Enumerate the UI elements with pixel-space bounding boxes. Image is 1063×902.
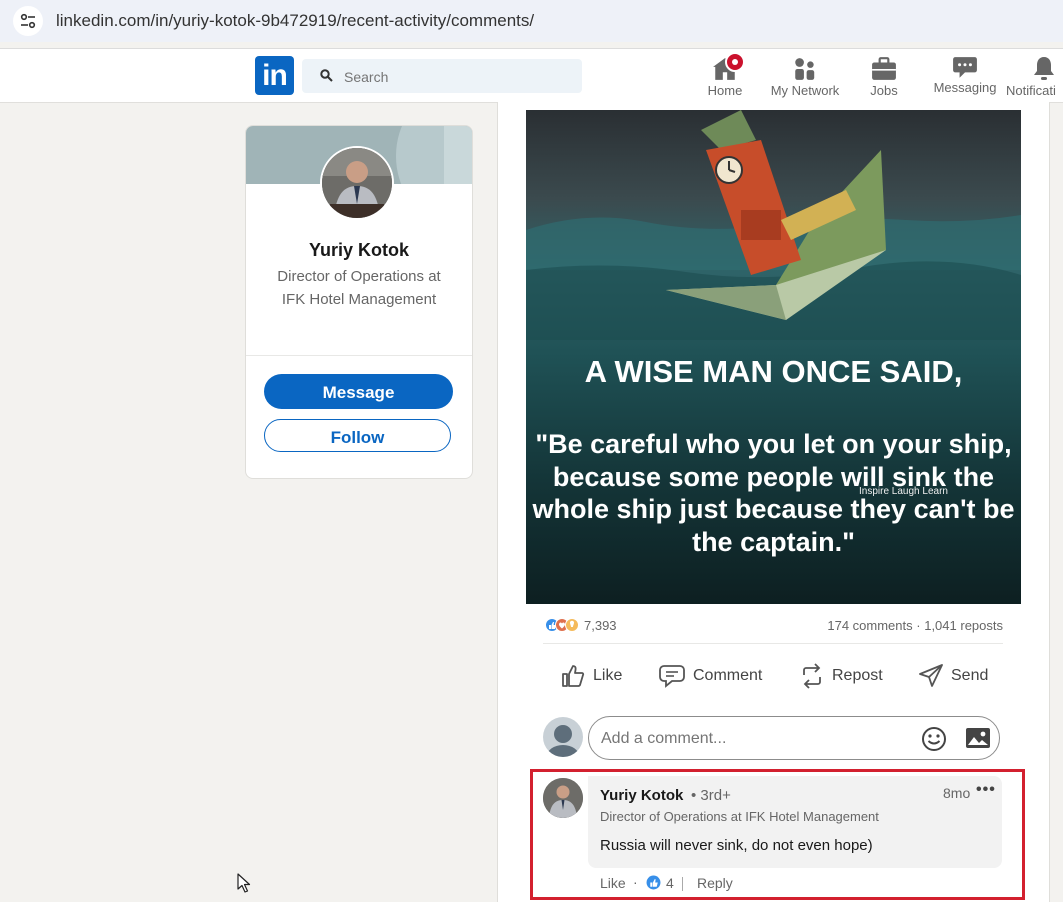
bell-icon	[1034, 57, 1054, 80]
emoji-icon[interactable]	[921, 726, 947, 752]
image-icon[interactable]	[965, 727, 991, 749]
comment-input[interactable]	[599, 717, 903, 761]
divider	[246, 355, 472, 356]
add-comment-row	[543, 716, 1003, 764]
message-button[interactable]: Message	[264, 374, 453, 409]
comment-icon	[659, 665, 685, 688]
comment-reply-button[interactable]: Reply	[697, 875, 733, 891]
comment-author-avatar[interactable]	[543, 778, 583, 818]
social-counts: 7,393 174 comments · 1,041 reposts	[543, 616, 1003, 636]
nav-home[interactable]: Home	[703, 52, 747, 98]
thumbs-up-icon	[562, 665, 585, 687]
briefcase-icon	[872, 57, 896, 80]
comment-text: Russia will never sink, do not even hope…	[600, 837, 873, 854]
reactions-count[interactable]: 7,393	[584, 618, 617, 633]
repost-button[interactable]: Repost	[800, 658, 883, 694]
comment-timestamp: 8mo	[943, 785, 971, 801]
nav-my-network-label: My Network	[770, 83, 840, 98]
browser-address-bar[interactable]: linkedin.com/in/yuriy-kotok-9b472919/rec…	[0, 0, 1063, 42]
comment-button[interactable]: Comment	[659, 658, 762, 694]
top-navigation: in Home My Network Jobs Messaging Notifi…	[0, 49, 1063, 103]
like-reaction-icon[interactable]	[646, 875, 661, 890]
profile-card: Yuriy Kotok Director of Operations at IF…	[245, 125, 473, 479]
site-settings-icon[interactable]	[13, 6, 43, 36]
repost-label: Repost	[832, 667, 883, 684]
search-icon	[320, 69, 333, 82]
divider	[682, 877, 683, 891]
profile-headline: Director of Operations at IFK Hotel Mana…	[277, 268, 441, 308]
nav-messaging[interactable]: Messaging	[930, 54, 1000, 95]
send-label: Send	[951, 667, 989, 684]
repost-icon	[803, 663, 821, 689]
nav-notifications-label: Notificati	[1006, 83, 1056, 98]
nav-jobs-label: Jobs	[870, 83, 898, 98]
send-icon	[919, 664, 943, 687]
comment-author-name[interactable]: Yuriy Kotok	[600, 787, 683, 804]
comment-reaction-count[interactable]: 4	[666, 875, 674, 891]
nav-my-network[interactable]: My Network	[766, 54, 844, 98]
profile-name[interactable]: Yuriy Kotok	[246, 240, 472, 261]
post-image[interactable]: A WISE MAN ONCE SAID, "Be careful who yo…	[526, 110, 1021, 604]
more-options-button[interactable]: •••	[976, 781, 996, 799]
image-heading: A WISE MAN ONCE SAID,	[584, 354, 963, 389]
reaction-icons[interactable]	[545, 618, 583, 635]
comment-bubble: Yuriy Kotok • 3rd+ 8mo ••• Director of O…	[588, 776, 1002, 868]
nav-home-label: Home	[707, 83, 743, 98]
network-icon	[795, 58, 815, 80]
messaging-icon	[953, 57, 977, 78]
profile-avatar[interactable]	[320, 146, 394, 220]
mouse-cursor-icon	[237, 873, 251, 893]
image-watermark: Inspire Laugh Learn	[859, 486, 948, 497]
follow-button[interactable]: Follow	[264, 419, 451, 452]
url-text[interactable]: linkedin.com/in/yuriy-kotok-9b472919/rec…	[56, 11, 534, 31]
reposts-count[interactable]: 1,041 reposts	[924, 618, 1003, 633]
notification-badge	[725, 52, 745, 72]
separator-dot: ·	[633, 874, 638, 890]
comment-box[interactable]	[588, 716, 1000, 761]
like-button[interactable]: Like	[561, 658, 622, 694]
nav-messaging-label: Messaging	[933, 80, 997, 95]
comment-author-headline: Director of Operations at IFK Hotel Mana…	[600, 809, 879, 824]
comment-label: Comment	[693, 667, 763, 684]
separator-dot: ·	[916, 618, 921, 633]
send-button[interactable]: Send	[919, 658, 988, 694]
nav-notifications[interactable]: Notificati	[1006, 54, 1063, 98]
comments-count[interactable]: 174 comments	[827, 618, 912, 633]
nav-jobs[interactable]: Jobs	[866, 54, 902, 98]
search-bar[interactable]	[302, 59, 582, 95]
comment-like-button[interactable]: Like	[600, 875, 626, 891]
post-actions: Like Comment Repost Send	[543, 658, 1003, 694]
connection-degree: • 3rd+	[691, 787, 731, 804]
search-input[interactable]	[342, 59, 576, 95]
current-user-avatar	[543, 717, 583, 757]
linkedin-logo[interactable]: in	[255, 56, 294, 95]
divider	[543, 643, 1003, 644]
like-label: Like	[593, 667, 623, 684]
